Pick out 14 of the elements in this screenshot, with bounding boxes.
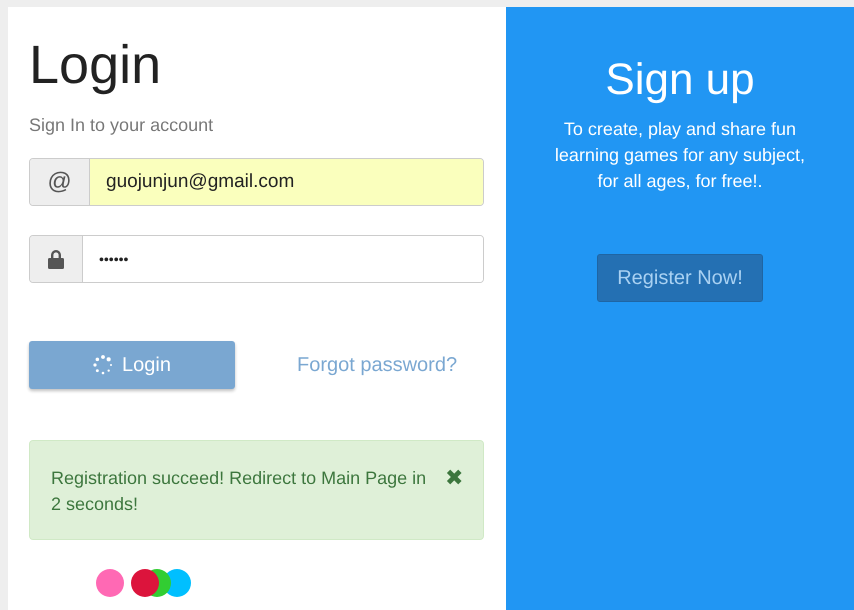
login-button[interactable]: Login	[29, 341, 235, 389]
email-field[interactable]: @ guojunjun@gmail.com	[29, 158, 484, 206]
login-title: Login	[29, 37, 162, 93]
spinner-icon	[93, 355, 114, 375]
register-button[interactable]: Register Now!	[597, 254, 763, 302]
password-field[interactable]: ••••••	[29, 235, 484, 283]
at-sign-icon: @	[30, 159, 90, 205]
lock-icon	[48, 249, 64, 269]
close-icon[interactable]: ✖	[445, 465, 463, 491]
forgot-password-link[interactable]: Forgot password?	[297, 354, 458, 376]
login-subtitle: Sign In to your account	[29, 115, 214, 136]
alert-message: Registration succeed! Redirect to Main Page in 2 seconds!	[51, 467, 428, 516]
signup-title: Sign up	[605, 54, 755, 106]
signup-description: To create, play and share fun learning games for any subject, for all ages, for free!.	[554, 118, 806, 193]
